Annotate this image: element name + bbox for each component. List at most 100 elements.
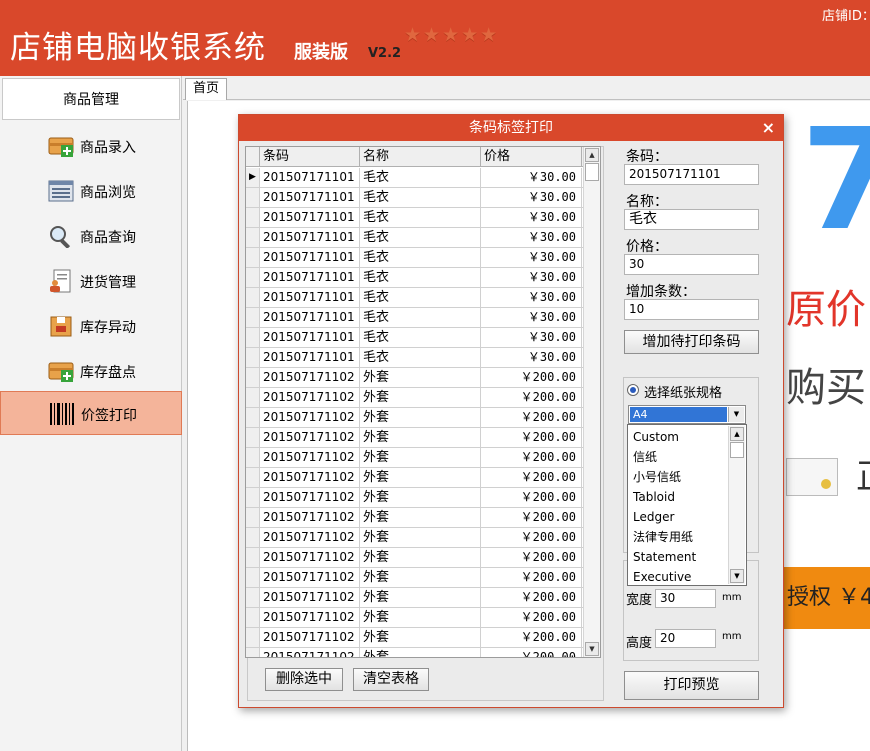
table-row[interactable]: 201507171102 外套 ￥200.00 bbox=[246, 488, 584, 508]
price-input[interactable]: 30 bbox=[624, 254, 759, 275]
paper-size-select[interactable]: A4 ▼ bbox=[628, 405, 746, 424]
cell-code[interactable]: 201507171102 bbox=[260, 568, 360, 587]
cell-code[interactable]: 201507171102 bbox=[260, 528, 360, 547]
sidebar-item-stock-change[interactable]: 库存异动 bbox=[0, 304, 182, 348]
table-row[interactable]: 201507171101 毛衣 ￥30.00 bbox=[246, 208, 584, 228]
row-indicator[interactable] bbox=[246, 468, 260, 487]
cell-name[interactable]: 毛衣 bbox=[360, 248, 481, 267]
cell-price[interactable]: ￥30.00 bbox=[481, 328, 582, 347]
cell-price[interactable]: ￥200.00 bbox=[481, 448, 582, 467]
cell-name[interactable]: 毛衣 bbox=[360, 348, 481, 367]
cell-name[interactable]: 毛衣 bbox=[360, 168, 481, 187]
table-scrollbar[interactable]: ▲ ▼ bbox=[583, 147, 600, 657]
code-input[interactable]: 201507171101 bbox=[624, 164, 759, 185]
row-indicator[interactable] bbox=[246, 588, 260, 607]
cell-code[interactable]: 201507171101 bbox=[260, 228, 360, 247]
table-row[interactable]: 201507171101 毛衣 ￥30.00 bbox=[246, 188, 584, 208]
row-indicator[interactable] bbox=[246, 288, 260, 307]
sidebar-section-title[interactable]: 商品管理 bbox=[2, 78, 180, 120]
cell-price[interactable]: ￥200.00 bbox=[481, 368, 582, 387]
sidebar-item-purchase[interactable]: 进货管理 bbox=[0, 259, 182, 303]
row-indicator[interactable] bbox=[246, 328, 260, 347]
table-row[interactable]: 201507171102 外套 ￥200.00 bbox=[246, 568, 584, 588]
sidebar-item-stocktaking[interactable]: 库存盘点 bbox=[0, 349, 182, 393]
cell-name[interactable]: 外套 bbox=[360, 608, 481, 627]
cell-name[interactable]: 毛衣 bbox=[360, 268, 481, 287]
cell-code[interactable]: 201507171101 bbox=[260, 308, 360, 327]
paper-size-radio-label[interactable]: 选择纸张规格 bbox=[644, 382, 722, 401]
row-indicator[interactable] bbox=[246, 368, 260, 387]
row-indicator[interactable] bbox=[246, 248, 260, 267]
cell-price[interactable]: ￥200.00 bbox=[481, 648, 582, 657]
cell-code[interactable]: 201507171102 bbox=[260, 448, 360, 467]
sidebar-item-product-entry[interactable]: 商品录入 bbox=[0, 124, 182, 168]
cell-code[interactable]: 201507171101 bbox=[260, 328, 360, 347]
row-indicator[interactable] bbox=[246, 568, 260, 587]
table-row[interactable]: ▶ 201507171101 毛衣 ￥30.00 bbox=[246, 168, 584, 188]
table-row[interactable]: 201507171101 毛衣 ￥30.00 bbox=[246, 328, 584, 348]
dropdown-option[interactable]: 小号信纸 bbox=[633, 467, 681, 487]
cell-price[interactable]: ￥200.00 bbox=[481, 388, 582, 407]
print-preview-button[interactable]: 打印预览 bbox=[624, 671, 759, 700]
cell-name[interactable]: 外套 bbox=[360, 508, 481, 527]
table-row[interactable]: 201507171102 外套 ￥200.00 bbox=[246, 628, 584, 648]
cell-name[interactable]: 外套 bbox=[360, 468, 481, 487]
table-row[interactable]: 201507171102 外套 ￥200.00 bbox=[246, 468, 584, 488]
scroll-down-icon[interactable]: ▼ bbox=[585, 642, 599, 656]
dropdown-option[interactable]: 法律专用纸 bbox=[633, 527, 693, 547]
cell-code[interactable]: 201507171102 bbox=[260, 468, 360, 487]
barcode-table[interactable]: 条码 名称 价格 ▶ 201507171101 毛衣 ￥30.00 2015071711… bbox=[245, 146, 601, 658]
dropdown-option[interactable]: 信纸 bbox=[633, 447, 657, 467]
cell-code[interactable]: 201507171102 bbox=[260, 408, 360, 427]
cell-code[interactable]: 201507171101 bbox=[260, 268, 360, 287]
row-indicator[interactable] bbox=[246, 428, 260, 447]
cell-code[interactable]: 201507171101 bbox=[260, 348, 360, 367]
cell-name[interactable]: 毛衣 bbox=[360, 208, 481, 227]
cell-price[interactable]: ￥200.00 bbox=[481, 608, 582, 627]
cell-price[interactable]: ￥200.00 bbox=[481, 568, 582, 587]
cell-name[interactable]: 外套 bbox=[360, 528, 481, 547]
chevron-down-icon[interactable]: ▼ bbox=[728, 407, 744, 422]
table-row[interactable]: 201507171101 毛衣 ￥30.00 bbox=[246, 288, 584, 308]
cell-price[interactable]: ￥200.00 bbox=[481, 548, 582, 567]
cell-price[interactable]: ￥200.00 bbox=[481, 508, 582, 527]
row-indicator[interactable] bbox=[246, 648, 260, 657]
row-indicator[interactable] bbox=[246, 308, 260, 327]
cell-name[interactable]: 外套 bbox=[360, 548, 481, 567]
row-indicator[interactable] bbox=[246, 228, 260, 247]
height-input[interactable]: 20 bbox=[655, 629, 716, 648]
table-row[interactable]: 201507171101 毛衣 ￥30.00 bbox=[246, 268, 584, 288]
cell-name[interactable]: 外套 bbox=[360, 388, 481, 407]
close-icon[interactable]: × bbox=[762, 117, 775, 139]
cell-code[interactable]: 201507171102 bbox=[260, 608, 360, 627]
cell-name[interactable]: 外套 bbox=[360, 488, 481, 507]
table-row[interactable]: 201507171102 外套 ￥200.00 bbox=[246, 448, 584, 468]
table-row[interactable]: 201507171102 外套 ￥200.00 bbox=[246, 428, 584, 448]
cell-name[interactable]: 毛衣 bbox=[360, 328, 481, 347]
row-indicator[interactable] bbox=[246, 608, 260, 627]
cell-price[interactable]: ￥200.00 bbox=[481, 588, 582, 607]
cell-name[interactable]: 外套 bbox=[360, 428, 481, 447]
table-row[interactable]: 201507171102 外套 ￥200.00 bbox=[246, 368, 584, 388]
column-header-code[interactable]: 条码 bbox=[260, 147, 360, 167]
cell-name[interactable]: 毛衣 bbox=[360, 308, 481, 327]
cell-code[interactable]: 201507171102 bbox=[260, 548, 360, 567]
add-print-barcode-button[interactable]: 增加待打印条码 bbox=[624, 330, 759, 354]
cell-name[interactable]: 外套 bbox=[360, 368, 481, 387]
dropdown-option[interactable]: Executive bbox=[633, 567, 691, 585]
scroll-thumb[interactable] bbox=[730, 442, 744, 458]
table-row[interactable]: 201507171102 外套 ￥200.00 bbox=[246, 388, 584, 408]
delete-selected-button[interactable]: 删除选中 bbox=[265, 668, 343, 691]
row-indicator[interactable] bbox=[246, 348, 260, 367]
cell-price[interactable]: ￥200.00 bbox=[481, 628, 582, 647]
table-row[interactable]: 201507171101 毛衣 ￥30.00 bbox=[246, 228, 584, 248]
cell-price[interactable]: ￥30.00 bbox=[481, 188, 582, 207]
column-header-name[interactable]: 名称 bbox=[360, 147, 481, 167]
cell-price[interactable]: ￥200.00 bbox=[481, 468, 582, 487]
clear-table-button[interactable]: 清空表格 bbox=[353, 668, 429, 691]
cell-price[interactable]: ￥30.00 bbox=[481, 228, 582, 247]
dropdown-option[interactable]: Statement bbox=[633, 547, 696, 567]
cell-name[interactable]: 外套 bbox=[360, 648, 481, 657]
cell-name[interactable]: 外套 bbox=[360, 588, 481, 607]
table-row[interactable]: 201507171102 外套 ￥200.00 bbox=[246, 548, 584, 568]
